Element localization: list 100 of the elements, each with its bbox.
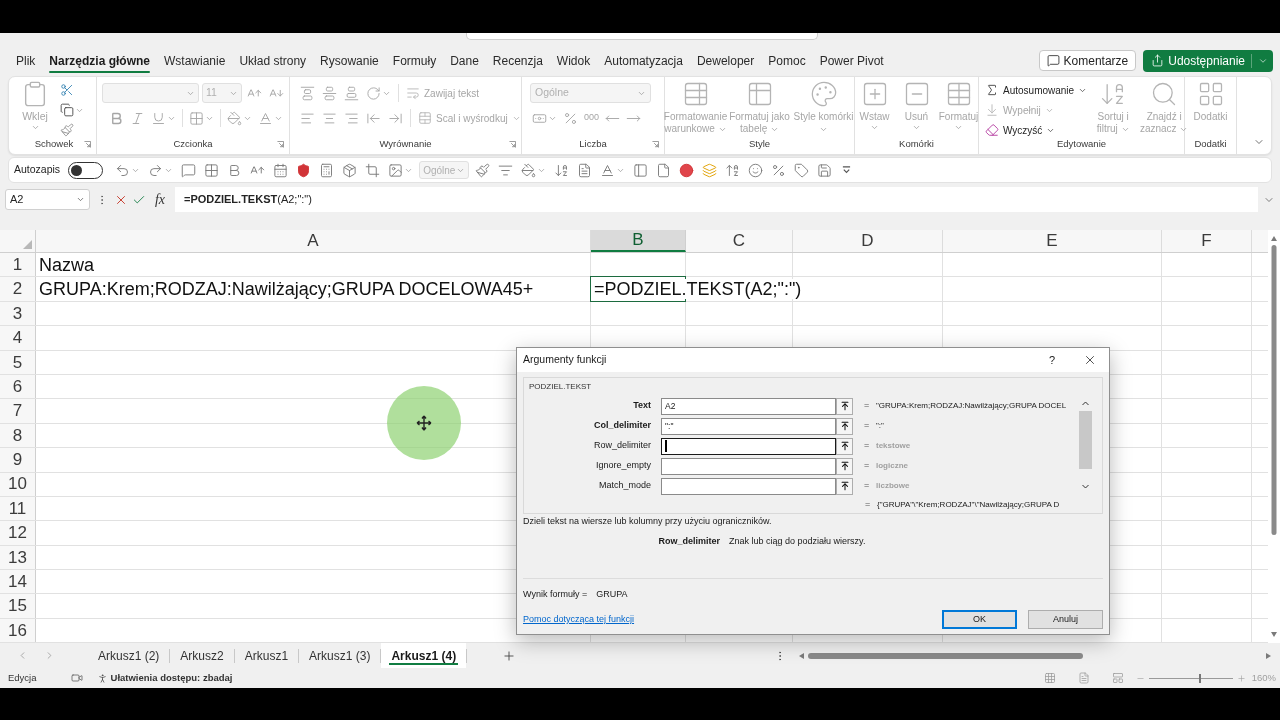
collapse-dialog-button[interactable] <box>836 477 853 495</box>
row-header[interactable]: 13 <box>0 545 36 570</box>
arrow-up-to-line-icon <box>839 481 850 491</box>
dialog-launcher-icon[interactable] <box>277 141 284 148</box>
sheet-tab[interactable]: Arkusz1 (4) <box>381 643 467 668</box>
insert-function-button[interactable]: fx <box>150 189 170 210</box>
search-box[interactable] <box>466 33 818 40</box>
row-header[interactable]: 1 <box>0 253 36 277</box>
cell-text: Nazwa <box>39 254 95 275</box>
row-header[interactable]: 8 <box>0 423 36 448</box>
layers-icon <box>702 162 718 178</box>
autosave-toggle[interactable] <box>68 161 104 179</box>
help-button[interactable]: ? <box>1042 350 1062 370</box>
ribbon-tab[interactable]: Rysowanie <box>320 45 379 76</box>
row-header[interactable]: 2 <box>0 277 36 301</box>
row-header[interactable]: 15 <box>0 594 36 618</box>
collapse-dialog-button[interactable] <box>836 457 853 475</box>
ribbon-tab[interactable]: Widok <box>556 45 591 76</box>
formula-input[interactable]: =PODZIEL.TEKST(A2;":") <box>175 187 1258 212</box>
ribbon-tab[interactable]: Recenzja <box>492 45 543 76</box>
sheet-tab[interactable]: Arkusz1 (2) <box>88 643 170 668</box>
select-all-icon[interactable] <box>23 240 32 249</box>
row-header[interactable]: 7 <box>0 399 36 423</box>
formula-result-label: Wynik formuły = <box>523 588 588 602</box>
column-header[interactable]: B <box>591 230 686 252</box>
customize-toolbar-icon[interactable] <box>842 165 852 175</box>
argument-label: Col_delimiter <box>593 419 651 433</box>
underline-icon <box>151 110 166 126</box>
layout-icon <box>1111 672 1124 684</box>
copy-icon <box>60 103 74 117</box>
ribbon-tab[interactable]: Dane <box>450 45 479 76</box>
help-link[interactable]: Pomoc dotycząca tej funkcji <box>523 612 635 627</box>
share-icon <box>1151 54 1165 67</box>
share-button[interactable]: Udostępnianie <box>1143 49 1273 72</box>
ribbon-tab[interactable]: Pomoc <box>768 45 806 76</box>
ribbon-tab[interactable]: Deweloper <box>696 45 755 76</box>
group-title: Dodatki <box>1194 137 1227 152</box>
ribbon-tab[interactable]: Plik <box>16 45 36 76</box>
ribbon-tab[interactable]: Formuły <box>392 45 437 76</box>
ribbon-tab[interactable]: Automatyzacja <box>604 45 683 76</box>
row-header[interactable]: 14 <box>0 570 36 594</box>
dialog-launcher-icon[interactable] <box>84 141 91 148</box>
dialog-button[interactable]: Anuluj <box>1028 610 1103 629</box>
argument-input[interactable] <box>661 477 836 495</box>
dialog-launcher-icon[interactable] <box>509 141 516 148</box>
ribbon-tab[interactable]: Wstawianie <box>164 45 226 76</box>
argument-input[interactable]: A2 <box>661 397 836 415</box>
column-header[interactable]: C <box>686 230 793 252</box>
percent-icon <box>771 162 787 178</box>
row-header[interactable]: 12 <box>0 521 36 545</box>
ribbon-tab[interactable]: Power Pivot <box>819 45 884 76</box>
calculator-icon <box>319 162 335 178</box>
ribbon-tab[interactable]: Narzędzia główne <box>49 45 151 76</box>
dialog-button[interactable]: OK <box>942 610 1017 629</box>
row-header[interactable]: 16 <box>0 618 36 643</box>
row-header[interactable]: 10 <box>0 472 36 496</box>
sheet-tab[interactable]: Arkusz1 (3) <box>299 643 381 668</box>
row-header[interactable]: 5 <box>0 350 36 374</box>
paintbrush-icon <box>60 123 74 137</box>
row-header[interactable]: 11 <box>0 496 36 521</box>
column-header[interactable]: D <box>793 230 943 252</box>
column-header[interactable]: F <box>1162 230 1252 252</box>
align-top-icon <box>300 85 315 101</box>
argument-label: Ignore_empty <box>594 459 651 473</box>
comments-button[interactable]: Komentarze <box>1038 50 1137 71</box>
filter-icon <box>498 162 514 178</box>
bold-icon <box>109 110 124 126</box>
row-header[interactable]: 9 <box>0 448 36 472</box>
clear-button[interactable]: Wyczyść <box>983 120 1090 140</box>
argument-input[interactable] <box>661 437 836 455</box>
ribbon-tab[interactable]: Układ strony <box>239 45 307 76</box>
accessibility-status[interactable]: Ułatwienia dostępu: zbadaj <box>110 670 233 686</box>
plus-icon <box>502 648 517 663</box>
name-box[interactable]: A2 <box>5 189 90 210</box>
argument-input[interactable]: ":" <box>661 417 836 435</box>
document-icon <box>577 162 593 178</box>
column-header[interactable]: E <box>943 230 1162 252</box>
dialog-launcher-icon[interactable] <box>652 141 659 148</box>
collapse-dialog-button[interactable] <box>836 397 853 415</box>
autosum-button[interactable]: Autosumowanie <box>983 80 1090 100</box>
cell-text: =PODZIEL.TEKST(A2;":") <box>594 279 802 300</box>
zoom-slider-thumb[interactable] <box>1199 673 1202 683</box>
row-header[interactable]: 4 <box>0 326 36 350</box>
row-header[interactable]: 3 <box>0 301 36 326</box>
equals-sign: = <box>864 439 871 453</box>
text-cursor <box>665 440 667 452</box>
group-title: Wyrównanie <box>379 137 432 152</box>
sheet-tab[interactable]: Arkusz1 <box>234 643 299 668</box>
zoom-slider[interactable] <box>1148 673 1233 683</box>
argument-input[interactable] <box>661 457 836 475</box>
sheet-tab[interactable]: Arkusz2 <box>170 643 234 668</box>
save-icon <box>817 162 833 178</box>
sort-ascending-icon <box>725 162 741 178</box>
function-description: Dzieli tekst na wiersze lub kolumny przy użyciu ograniczników. <box>523 515 772 529</box>
caret-icon <box>76 195 85 204</box>
collapse-dialog-button[interactable] <box>836 417 853 435</box>
panel-icon <box>633 162 649 178</box>
collapse-dialog-button[interactable] <box>836 437 853 455</box>
row-header[interactable]: 6 <box>0 374 36 399</box>
calendar-icon <box>273 162 289 178</box>
